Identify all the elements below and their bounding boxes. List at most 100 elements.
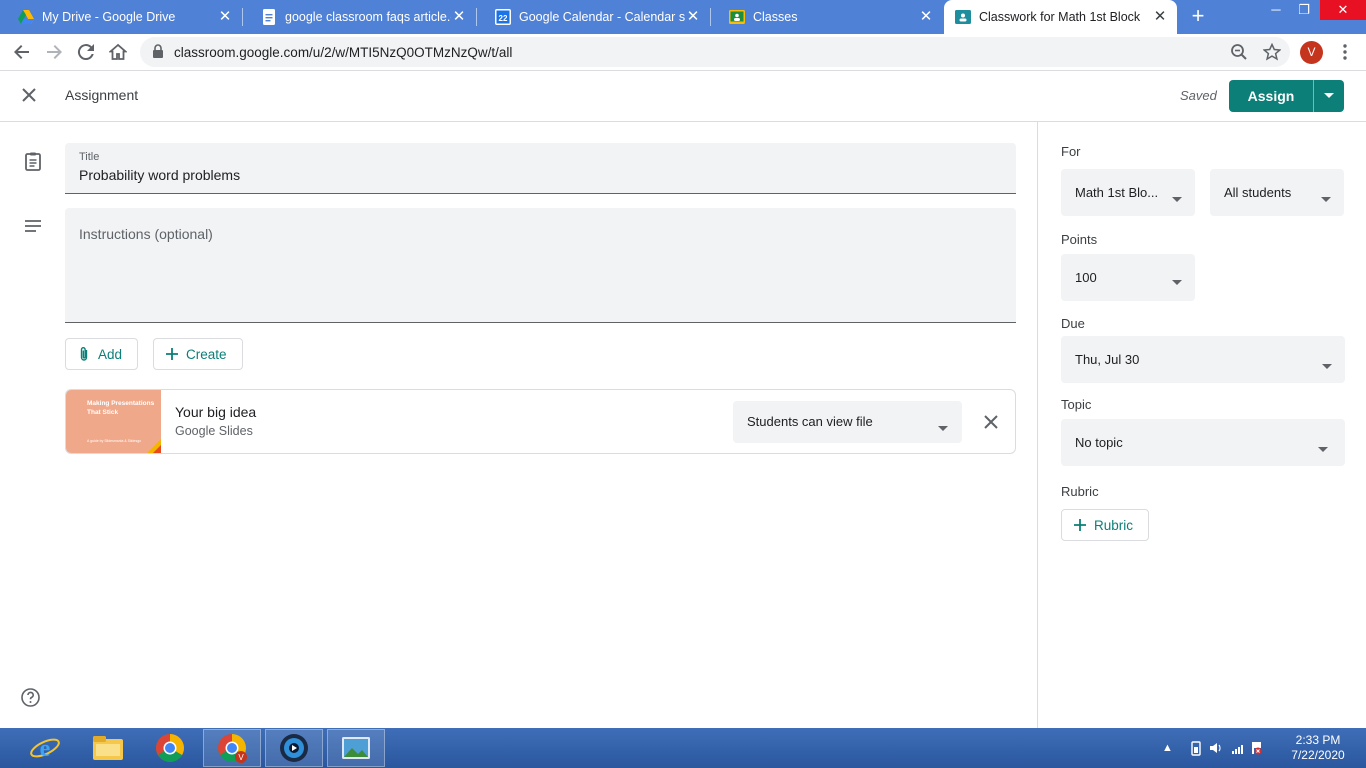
due-label: Due: [1061, 316, 1085, 331]
system-clock[interactable]: 2:33 PM 7/22/2020: [1280, 733, 1356, 763]
media-app-icon[interactable]: [265, 729, 323, 767]
restore-button[interactable]: ❐: [1286, 0, 1322, 20]
profile-avatar[interactable]: V: [1300, 41, 1323, 64]
browser-toolbar: classroom.google.com/u/2/w/MTI5NzQ0OTMzN…: [0, 34, 1366, 71]
instructions-field[interactable]: Instructions (optional): [65, 208, 1016, 323]
show-hidden-icons[interactable]: ▲: [1162, 728, 1173, 768]
rubric-button-label: Rubric: [1094, 517, 1134, 533]
caret-down-icon: [1172, 189, 1182, 207]
add-rubric-button[interactable]: Rubric: [1061, 509, 1149, 541]
assignment-icon: [22, 150, 44, 172]
topic-value: No topic: [1075, 435, 1123, 450]
close-icon[interactable]: [18, 84, 40, 106]
new-tab-button[interactable]: +: [1186, 5, 1210, 29]
google-classroom-icon: [729, 9, 745, 25]
attachment-title[interactable]: Your big idea: [175, 404, 256, 420]
saved-status: Saved: [1180, 88, 1217, 103]
settings-panel: For Math 1st Blo... All students Points …: [1037, 122, 1366, 728]
plus-icon: [1074, 519, 1086, 531]
photo-viewer-icon[interactable]: [327, 729, 385, 767]
add-label: Add: [98, 346, 123, 362]
svg-text:V: V: [238, 753, 244, 762]
assignment-header: Assignment Saved Assign: [0, 71, 1366, 122]
slides-thumbnail[interactable]: Making Presentations That Stick A guide …: [66, 390, 161, 453]
lock-icon: [152, 44, 164, 63]
tab-title: My Drive - Google Drive: [42, 10, 176, 24]
remove-attachment-icon[interactable]: [980, 411, 1002, 433]
url-text: classroom.google.com/u/2/w/MTI5NzQ0OTMzN…: [174, 45, 513, 60]
instructions-icon: [22, 215, 44, 237]
instructions-placeholder: Instructions (optional): [79, 226, 213, 242]
create-label: Create: [186, 346, 227, 362]
chrome-icon[interactable]: [141, 728, 199, 768]
thumbnail-subtitle: A guide by Slidesmania & Slidesgo: [87, 439, 142, 443]
assign-options-button[interactable]: [1314, 80, 1344, 112]
tab-calendar[interactable]: 22 Google Calendar - Calendar setti ✕: [477, 0, 711, 34]
points-dropdown[interactable]: 100: [1061, 254, 1195, 301]
caret-down-icon: [1321, 189, 1331, 207]
file-explorer-icon[interactable]: [79, 728, 137, 768]
google-drive-icon: [18, 9, 34, 25]
title-field[interactable]: Title Probability word problems: [65, 143, 1016, 194]
rubric-label: Rubric: [1061, 484, 1099, 499]
for-label: For: [1061, 144, 1081, 159]
due-value: Thu, Jul 30: [1075, 352, 1140, 367]
home-button[interactable]: [107, 41, 129, 63]
tab-title: Classes: [753, 10, 798, 24]
permission-dropdown[interactable]: Students can view file: [733, 401, 962, 443]
add-button[interactable]: Add: [65, 338, 138, 370]
corner-decoration: [147, 439, 161, 453]
caret-down-icon: [1324, 93, 1334, 98]
tab-my-drive[interactable]: My Drive - Google Drive ✕: [0, 0, 243, 34]
close-tab-icon[interactable]: ✕: [685, 9, 701, 25]
browser-tab-strip: My Drive - Google Drive ✕ google classro…: [0, 0, 1366, 34]
chrome-profile-window[interactable]: V: [203, 729, 261, 767]
google-docs-icon: [261, 9, 277, 25]
topic-dropdown[interactable]: No topic: [1061, 419, 1345, 466]
points-value: 100: [1075, 270, 1097, 285]
forward-button[interactable]: [43, 41, 65, 63]
help-icon[interactable]: [20, 687, 41, 708]
svg-text:e: e: [40, 736, 51, 762]
close-tab-icon[interactable]: ✕: [451, 9, 467, 25]
caret-down-icon: [1318, 439, 1328, 457]
bookmark-star-icon[interactable]: [1261, 41, 1283, 63]
title-value: Probability word problems: [79, 167, 241, 183]
tab-docs[interactable]: google classroom faqs article.do ✕: [243, 0, 477, 34]
close-tab-icon[interactable]: ✕: [918, 9, 934, 25]
address-bar[interactable]: classroom.google.com/u/2/w/MTI5NzQ0OTMzN…: [140, 37, 1290, 67]
internet-explorer-icon[interactable]: e: [16, 728, 74, 768]
assign-button-group: Assign: [1229, 80, 1344, 112]
caret-down-icon: [1322, 356, 1332, 374]
points-label: Points: [1061, 232, 1098, 247]
page-title: Assignment: [65, 87, 139, 103]
class-dropdown[interactable]: Math 1st Blo...: [1061, 169, 1195, 216]
title-label: Title: [79, 151, 100, 163]
attachment-type: Google Slides: [175, 424, 253, 438]
close-tab-icon[interactable]: ✕: [217, 9, 233, 25]
zoom-icon[interactable]: [1228, 41, 1250, 63]
create-button[interactable]: Create: [153, 338, 243, 370]
google-calendar-icon: 22: [495, 9, 511, 25]
paperclip-icon: [78, 346, 90, 362]
windows-taskbar: e V ▲ 2:33 PM 7/22/2020: [0, 728, 1366, 768]
tab-classes[interactable]: Classes ✕: [711, 0, 943, 34]
thumbnail-title: Making Presentations That Stick: [87, 400, 155, 416]
topic-label: Topic: [1061, 397, 1092, 412]
chrome-menu-icon[interactable]: [1334, 41, 1356, 63]
close-window-button[interactable]: ✕: [1320, 0, 1366, 20]
assign-button[interactable]: Assign: [1229, 80, 1313, 112]
students-dropdown[interactable]: All students: [1210, 169, 1344, 216]
students-value: All students: [1224, 185, 1292, 200]
reload-button[interactable]: [75, 41, 97, 63]
caret-down-icon: [938, 418, 948, 436]
close-tab-icon[interactable]: ✕: [1152, 9, 1168, 25]
tab-classwork-active[interactable]: Classwork for Math 1st Block ✕: [944, 0, 1177, 34]
due-dropdown[interactable]: Thu, Jul 30: [1061, 336, 1345, 383]
back-button[interactable]: [11, 41, 33, 63]
plus-icon: [166, 348, 178, 360]
tab-title: Classwork for Math 1st Block: [979, 10, 1141, 24]
class-value: Math 1st Blo...: [1075, 185, 1159, 200]
clock-time: 2:33 PM: [1295, 733, 1341, 747]
tray-icons[interactable]: [1190, 728, 1262, 768]
